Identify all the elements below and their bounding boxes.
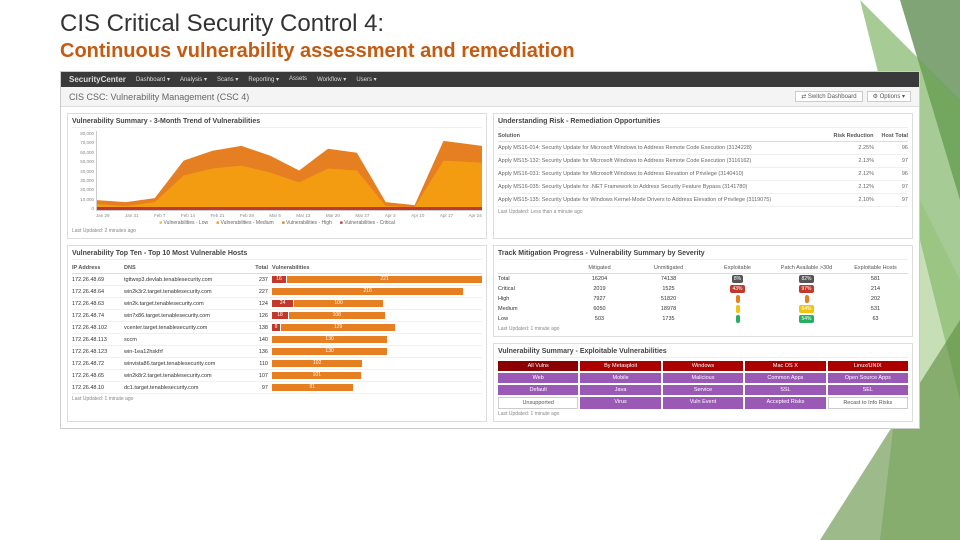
topten-row[interactable]: 172.26.48.64win2k3r2.target.tenablesecur… bbox=[72, 286, 482, 298]
exploitable-cell[interactable]: Mac OS X bbox=[745, 361, 825, 371]
nav-item[interactable]: Assets bbox=[289, 76, 307, 83]
chart-yaxis: 80,00070,00060,00050,00040,00030,00020,0… bbox=[74, 131, 94, 211]
remediation-row[interactable]: Apply MS16-031: Security Update for Micr… bbox=[498, 168, 908, 181]
topten-row[interactable]: 172.26.48.65win2k8r2.target.tenablesecur… bbox=[72, 370, 482, 382]
trend-chart bbox=[96, 131, 482, 211]
nav-item[interactable]: Reporting ▾ bbox=[248, 76, 279, 83]
topten-row[interactable]: 172.26.48.72winvista86.target.tenablesec… bbox=[72, 358, 482, 370]
remediation-row[interactable]: Apply MS16-014: Security Update for Micr… bbox=[498, 142, 908, 155]
severity-row[interactable]: High792751820202 bbox=[498, 294, 908, 304]
exploitable-cell[interactable]: Open Source Apps bbox=[828, 373, 908, 383]
exploitable-cell[interactable]: Unsupported bbox=[498, 397, 578, 409]
exploitable-updated: Last Updated: 1 minute ago bbox=[498, 411, 908, 417]
nav-item[interactable]: Workflow ▾ bbox=[317, 76, 346, 83]
options-button[interactable]: ⚙ Options ▾ bbox=[867, 91, 911, 102]
topten-row[interactable]: 172.26.48.102vcenter.target.tenablesecur… bbox=[72, 322, 482, 334]
dashboard-screenshot: SecurityCenter Dashboard ▾ Analysis ▾ Scan… bbox=[60, 71, 920, 429]
topten-row[interactable]: 172.26.48.74win7x86.target.tenablesecuri… bbox=[72, 310, 482, 322]
exploitable-cell[interactable]: Vuln Event bbox=[663, 397, 743, 409]
exploitable-panel: Vulnerability Summary - Exploitable Vuln… bbox=[493, 343, 913, 422]
slide-title-2: Continuous vulnerability assessment and … bbox=[60, 40, 920, 63]
exploitable-cell[interactable]: SSL bbox=[745, 385, 825, 395]
exploitable-cell[interactable]: Service bbox=[663, 385, 743, 395]
severity-row[interactable]: Medium60501897864%531 bbox=[498, 304, 908, 314]
topten-row[interactable]: 172.26.48.69tgttwxp3.devlab.tenablesecur… bbox=[72, 274, 482, 286]
exploitable-cell[interactable]: Accepted Risks bbox=[745, 397, 825, 409]
exploitable-cell[interactable]: All Vulns bbox=[498, 361, 578, 371]
severity-row[interactable]: Low503173554%63 bbox=[498, 314, 908, 324]
remediation-row[interactable]: Apply MS16-035: Security Update for .NET… bbox=[498, 181, 908, 194]
exploitable-cell[interactable]: Linux/UNIX bbox=[828, 361, 908, 371]
chart-legend: Vulnerabilities - Low Vulnerabilities - … bbox=[72, 220, 482, 226]
mitigation-title: Track Mitigation Progress - Vulnerabilit… bbox=[498, 250, 908, 260]
topten-row[interactable]: 172.26.48.63win2k.target.tenablesecurity… bbox=[72, 298, 482, 310]
sub-header: CIS CSC: Vulnerability Management (CSC 4… bbox=[61, 87, 919, 107]
remediation-row[interactable]: Apply MS15-132: Security Update for Micr… bbox=[498, 155, 908, 168]
exploitable-cell[interactable]: Virus bbox=[580, 397, 660, 409]
exploitable-cell[interactable]: Malicious bbox=[663, 373, 743, 383]
nav-item[interactable]: Scans ▾ bbox=[217, 76, 238, 83]
trend-title: Vulnerability Summary - 3-Month Trend of… bbox=[72, 118, 482, 128]
severity-row[interactable]: Critical2019152543%97%214 bbox=[498, 284, 908, 294]
topten-panel: Vulnerability Top Ten - Top 10 Most Vuln… bbox=[67, 245, 487, 422]
exploitable-cell[interactable]: By Metasploit bbox=[580, 361, 660, 371]
remediation-updated: Last Updated: Less than a minute ago bbox=[498, 209, 908, 215]
exploitable-cell[interactable]: Mobile bbox=[580, 373, 660, 383]
topten-title: Vulnerability Top Ten - Top 10 Most Vuln… bbox=[72, 250, 482, 260]
mitigation-panel: Track Mitigation Progress - Vulnerabilit… bbox=[493, 245, 913, 337]
remediation-panel: Understanding Risk - Remediation Opportu… bbox=[493, 113, 913, 239]
slide-title-1: CIS Critical Security Control 4: bbox=[60, 10, 920, 38]
brand-logo: SecurityCenter bbox=[69, 75, 126, 84]
exploitable-cell[interactable]: Web bbox=[498, 373, 578, 383]
severity-row[interactable]: Total16204741388%82%581 bbox=[498, 274, 908, 284]
nav-item[interactable]: Analysis ▾ bbox=[180, 76, 207, 83]
topten-row[interactable]: 172.26.48.113sccm140130 bbox=[72, 334, 482, 346]
top-nav: SecurityCenter Dashboard ▾ Analysis ▾ Scan… bbox=[61, 72, 919, 87]
remediation-row[interactable]: Apply MS15-135: Security Update for Wind… bbox=[498, 194, 908, 207]
switch-dashboard-button[interactable]: ⇄ Switch Dashboard bbox=[795, 91, 862, 102]
exploitable-cell[interactable]: SEL bbox=[828, 385, 908, 395]
exploitable-cell[interactable]: Java bbox=[580, 385, 660, 395]
exploitable-cell[interactable]: Windows bbox=[663, 361, 743, 371]
trend-panel: Vulnerability Summary - 3-Month Trend of… bbox=[67, 113, 487, 239]
nav-item[interactable]: Dashboard ▾ bbox=[136, 76, 170, 83]
nav-menu: Dashboard ▾ Analysis ▾ Scans ▾ Reporting ▾ A… bbox=[136, 76, 377, 83]
exploitable-title: Vulnerability Summary - Exploitable Vuln… bbox=[498, 348, 908, 358]
mitigation-updated: Last Updated: 1 minute ago bbox=[498, 326, 908, 332]
exploitable-cell[interactable]: Common Apps bbox=[745, 373, 825, 383]
chart-xaxis: Jan 29Jan 31Feb 7Feb 14Feb 21Feb 28Mar 6… bbox=[96, 213, 482, 218]
page-title: CIS CSC: Vulnerability Management (CSC 4… bbox=[69, 92, 249, 102]
topten-row[interactable]: 172.26.48.10dc1.target.tenablesecurity.c… bbox=[72, 382, 482, 394]
topten-updated: Last Updated: 1 minute ago bbox=[72, 396, 482, 402]
trend-updated: Last Updated: 2 minutes ago bbox=[72, 228, 482, 234]
topten-row[interactable]: 172.26.48.123win-1ea12hskfrf136130 bbox=[72, 346, 482, 358]
exploitable-cell[interactable]: Default bbox=[498, 385, 578, 395]
remediation-title: Understanding Risk - Remediation Opportu… bbox=[498, 118, 908, 128]
nav-item[interactable]: Users ▾ bbox=[356, 76, 376, 83]
exploitable-cell[interactable]: Recast to Info Risks bbox=[828, 397, 908, 409]
